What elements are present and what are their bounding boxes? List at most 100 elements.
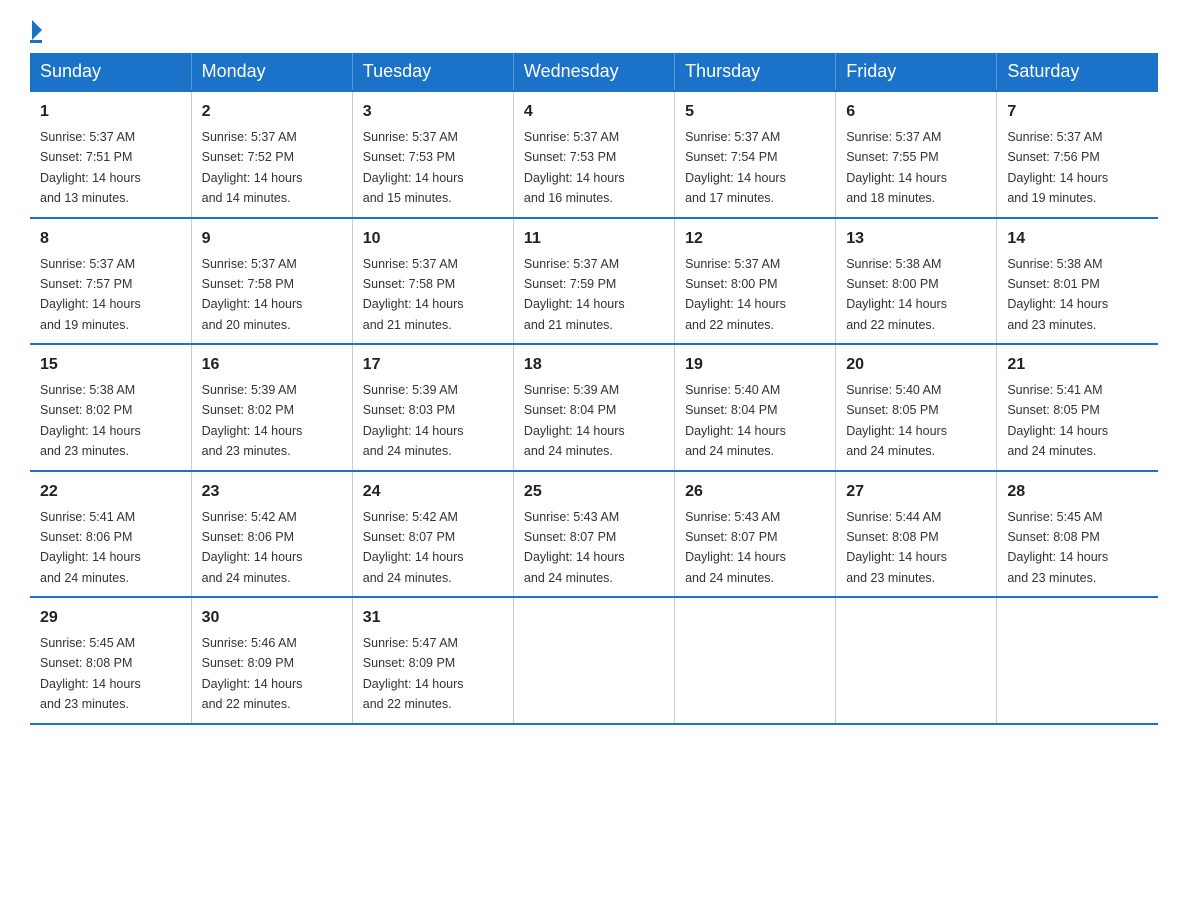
day-info: Sunrise: 5:37 AMSunset: 7:57 PMDaylight:… (40, 257, 141, 332)
calendar-cell: 16 Sunrise: 5:39 AMSunset: 8:02 PMDaylig… (191, 344, 352, 471)
calendar-cell: 6 Sunrise: 5:37 AMSunset: 7:55 PMDayligh… (836, 91, 997, 218)
calendar-cell: 1 Sunrise: 5:37 AMSunset: 7:51 PMDayligh… (30, 91, 191, 218)
calendar-cell: 14 Sunrise: 5:38 AMSunset: 8:01 PMDaylig… (997, 218, 1158, 345)
day-number: 10 (363, 227, 503, 251)
day-number: 4 (524, 100, 664, 124)
day-number: 13 (846, 227, 986, 251)
day-info: Sunrise: 5:39 AMSunset: 8:02 PMDaylight:… (202, 383, 303, 458)
day-number: 30 (202, 606, 342, 630)
day-number: 5 (685, 100, 825, 124)
day-info: Sunrise: 5:39 AMSunset: 8:04 PMDaylight:… (524, 383, 625, 458)
weekday-header-friday: Friday (836, 53, 997, 91)
weekday-header-tuesday: Tuesday (352, 53, 513, 91)
weekday-header-sunday: Sunday (30, 53, 191, 91)
day-number: 27 (846, 480, 986, 504)
calendar-week-row: 29 Sunrise: 5:45 AMSunset: 8:08 PMDaylig… (30, 597, 1158, 724)
weekday-header-thursday: Thursday (675, 53, 836, 91)
day-number: 28 (1007, 480, 1148, 504)
day-number: 23 (202, 480, 342, 504)
calendar-week-row: 22 Sunrise: 5:41 AMSunset: 8:06 PMDaylig… (30, 471, 1158, 598)
calendar-cell: 29 Sunrise: 5:45 AMSunset: 8:08 PMDaylig… (30, 597, 191, 724)
day-number: 31 (363, 606, 503, 630)
day-info: Sunrise: 5:37 AMSunset: 7:58 PMDaylight:… (363, 257, 464, 332)
calendar-cell: 15 Sunrise: 5:38 AMSunset: 8:02 PMDaylig… (30, 344, 191, 471)
calendar-cell: 30 Sunrise: 5:46 AMSunset: 8:09 PMDaylig… (191, 597, 352, 724)
calendar-cell: 24 Sunrise: 5:42 AMSunset: 8:07 PMDaylig… (352, 471, 513, 598)
calendar-week-row: 1 Sunrise: 5:37 AMSunset: 7:51 PMDayligh… (30, 91, 1158, 218)
day-number: 3 (363, 100, 503, 124)
logo-triangle-icon (32, 20, 42, 40)
day-info: Sunrise: 5:45 AMSunset: 8:08 PMDaylight:… (40, 636, 141, 711)
calendar-cell (836, 597, 997, 724)
calendar-cell: 7 Sunrise: 5:37 AMSunset: 7:56 PMDayligh… (997, 91, 1158, 218)
day-number: 22 (40, 480, 181, 504)
calendar-week-row: 8 Sunrise: 5:37 AMSunset: 7:57 PMDayligh… (30, 218, 1158, 345)
calendar-cell (513, 597, 674, 724)
day-number: 1 (40, 100, 181, 124)
calendar-cell: 27 Sunrise: 5:44 AMSunset: 8:08 PMDaylig… (836, 471, 997, 598)
calendar-cell: 22 Sunrise: 5:41 AMSunset: 8:06 PMDaylig… (30, 471, 191, 598)
calendar-cell: 23 Sunrise: 5:42 AMSunset: 8:06 PMDaylig… (191, 471, 352, 598)
day-info: Sunrise: 5:47 AMSunset: 8:09 PMDaylight:… (363, 636, 464, 711)
day-info: Sunrise: 5:38 AMSunset: 8:01 PMDaylight:… (1007, 257, 1108, 332)
calendar-cell: 8 Sunrise: 5:37 AMSunset: 7:57 PMDayligh… (30, 218, 191, 345)
day-info: Sunrise: 5:45 AMSunset: 8:08 PMDaylight:… (1007, 510, 1108, 585)
day-number: 16 (202, 353, 342, 377)
calendar-cell (997, 597, 1158, 724)
day-info: Sunrise: 5:37 AMSunset: 7:59 PMDaylight:… (524, 257, 625, 332)
calendar-cell (675, 597, 836, 724)
day-number: 18 (524, 353, 664, 377)
calendar-cell: 17 Sunrise: 5:39 AMSunset: 8:03 PMDaylig… (352, 344, 513, 471)
day-number: 24 (363, 480, 503, 504)
day-number: 26 (685, 480, 825, 504)
calendar-cell: 2 Sunrise: 5:37 AMSunset: 7:52 PMDayligh… (191, 91, 352, 218)
calendar-cell: 9 Sunrise: 5:37 AMSunset: 7:58 PMDayligh… (191, 218, 352, 345)
day-number: 9 (202, 227, 342, 251)
day-info: Sunrise: 5:37 AMSunset: 7:53 PMDaylight:… (524, 130, 625, 205)
calendar-cell: 21 Sunrise: 5:41 AMSunset: 8:05 PMDaylig… (997, 344, 1158, 471)
day-info: Sunrise: 5:37 AMSunset: 7:56 PMDaylight:… (1007, 130, 1108, 205)
calendar-cell: 5 Sunrise: 5:37 AMSunset: 7:54 PMDayligh… (675, 91, 836, 218)
day-info: Sunrise: 5:37 AMSunset: 7:54 PMDaylight:… (685, 130, 786, 205)
calendar-cell: 19 Sunrise: 5:40 AMSunset: 8:04 PMDaylig… (675, 344, 836, 471)
day-info: Sunrise: 5:39 AMSunset: 8:03 PMDaylight:… (363, 383, 464, 458)
calendar-cell: 11 Sunrise: 5:37 AMSunset: 7:59 PMDaylig… (513, 218, 674, 345)
day-number: 7 (1007, 100, 1148, 124)
calendar-cell: 28 Sunrise: 5:45 AMSunset: 8:08 PMDaylig… (997, 471, 1158, 598)
day-info: Sunrise: 5:37 AMSunset: 8:00 PMDaylight:… (685, 257, 786, 332)
calendar-cell: 26 Sunrise: 5:43 AMSunset: 8:07 PMDaylig… (675, 471, 836, 598)
calendar-cell: 10 Sunrise: 5:37 AMSunset: 7:58 PMDaylig… (352, 218, 513, 345)
day-number: 21 (1007, 353, 1148, 377)
day-info: Sunrise: 5:43 AMSunset: 8:07 PMDaylight:… (685, 510, 786, 585)
day-info: Sunrise: 5:41 AMSunset: 8:06 PMDaylight:… (40, 510, 141, 585)
calendar-cell: 31 Sunrise: 5:47 AMSunset: 8:09 PMDaylig… (352, 597, 513, 724)
calendar-week-row: 15 Sunrise: 5:38 AMSunset: 8:02 PMDaylig… (30, 344, 1158, 471)
day-number: 6 (846, 100, 986, 124)
calendar-cell: 3 Sunrise: 5:37 AMSunset: 7:53 PMDayligh… (352, 91, 513, 218)
day-info: Sunrise: 5:42 AMSunset: 8:06 PMDaylight:… (202, 510, 303, 585)
day-number: 29 (40, 606, 181, 630)
day-info: Sunrise: 5:46 AMSunset: 8:09 PMDaylight:… (202, 636, 303, 711)
day-number: 20 (846, 353, 986, 377)
calendar-cell: 4 Sunrise: 5:37 AMSunset: 7:53 PMDayligh… (513, 91, 674, 218)
weekday-header-monday: Monday (191, 53, 352, 91)
day-info: Sunrise: 5:41 AMSunset: 8:05 PMDaylight:… (1007, 383, 1108, 458)
day-info: Sunrise: 5:37 AMSunset: 7:51 PMDaylight:… (40, 130, 141, 205)
day-info: Sunrise: 5:40 AMSunset: 8:05 PMDaylight:… (846, 383, 947, 458)
calendar-cell: 20 Sunrise: 5:40 AMSunset: 8:05 PMDaylig… (836, 344, 997, 471)
logo-blue-part (30, 20, 42, 38)
calendar-cell: 13 Sunrise: 5:38 AMSunset: 8:00 PMDaylig… (836, 218, 997, 345)
day-number: 14 (1007, 227, 1148, 251)
day-info: Sunrise: 5:37 AMSunset: 7:58 PMDaylight:… (202, 257, 303, 332)
day-number: 11 (524, 227, 664, 251)
day-number: 2 (202, 100, 342, 124)
logo-underline (30, 40, 42, 43)
weekday-header-saturday: Saturday (997, 53, 1158, 91)
day-info: Sunrise: 5:44 AMSunset: 8:08 PMDaylight:… (846, 510, 947, 585)
day-number: 12 (685, 227, 825, 251)
calendar-cell: 18 Sunrise: 5:39 AMSunset: 8:04 PMDaylig… (513, 344, 674, 471)
day-info: Sunrise: 5:43 AMSunset: 8:07 PMDaylight:… (524, 510, 625, 585)
day-info: Sunrise: 5:38 AMSunset: 8:00 PMDaylight:… (846, 257, 947, 332)
day-info: Sunrise: 5:40 AMSunset: 8:04 PMDaylight:… (685, 383, 786, 458)
day-number: 15 (40, 353, 181, 377)
